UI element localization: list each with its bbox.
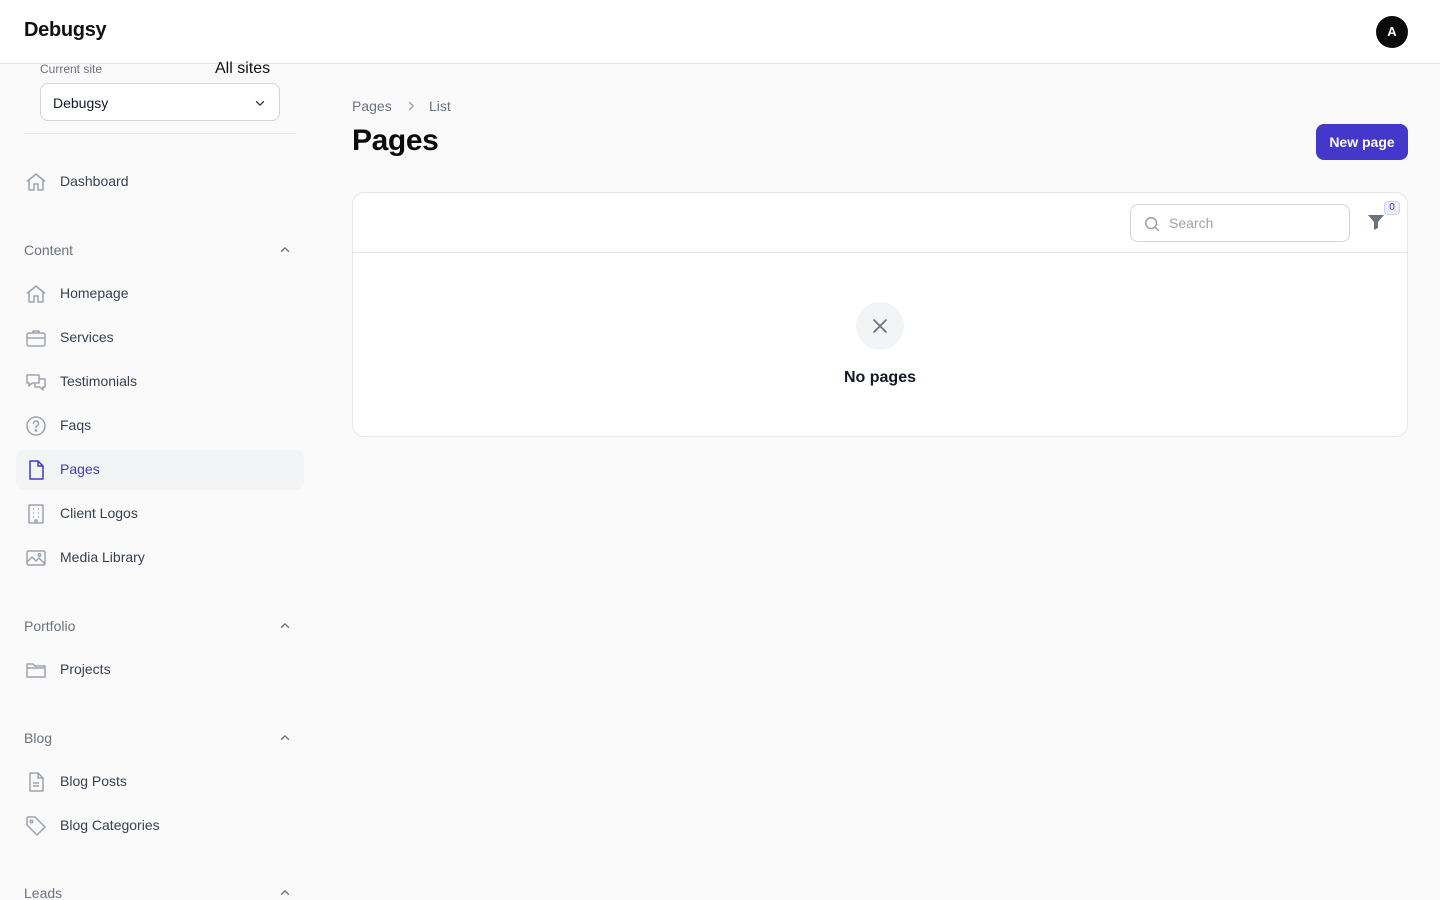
nav-group-label: Leads bbox=[24, 885, 63, 900]
sidebar-item-dashboard[interactable]: Dashboard bbox=[16, 162, 304, 202]
search-icon bbox=[1144, 216, 1160, 232]
empty-state-icon-wrapper bbox=[856, 302, 904, 350]
sidebar-item-services[interactable]: Services bbox=[16, 318, 304, 358]
sidebar-item-label: Projects bbox=[60, 661, 111, 677]
page-title: Pages bbox=[352, 124, 439, 157]
empty-state-text: No pages bbox=[843, 369, 916, 386]
chevron-up-icon bbox=[280, 735, 290, 741]
chat-bubbles-icon bbox=[26, 374, 46, 391]
breadcrumb-list: List bbox=[429, 98, 451, 114]
sidebar-item-client-logos[interactable]: Client Logos bbox=[16, 494, 304, 534]
nav-group-leads[interactable]: Leads bbox=[24, 881, 296, 900]
chevron-right-icon bbox=[408, 101, 414, 111]
search-field[interactable] bbox=[1130, 204, 1350, 242]
sidebar-item-label: Services bbox=[60, 329, 114, 345]
sidebar-item-label: Homepage bbox=[60, 285, 129, 301]
top-bar: Debugsy A bbox=[0, 0, 1440, 64]
briefcase-icon bbox=[26, 330, 46, 347]
table-toolbar: 0 bbox=[353, 193, 1407, 253]
home-icon bbox=[26, 285, 46, 303]
sidebar-item-label: Pages bbox=[60, 461, 100, 477]
sidebar-item-label: Dashboard bbox=[60, 173, 129, 189]
sidebar-item-label: Faqs bbox=[60, 417, 92, 433]
sidebar-item-label: Blog Categories bbox=[60, 817, 160, 833]
sidebar: Current site All sites Debugsy Dashboard… bbox=[0, 60, 320, 900]
sidebar-item-blog-categories[interactable]: Blog Categories bbox=[16, 806, 304, 846]
brand-logo[interactable]: Debugsy bbox=[24, 19, 107, 42]
question-circle-icon bbox=[26, 416, 46, 436]
sidebar-item-pages[interactable]: Pages bbox=[16, 450, 304, 490]
sidebar-item-projects[interactable]: Projects bbox=[16, 650, 304, 690]
sidebar-divider bbox=[24, 133, 296, 134]
photo-icon bbox=[26, 550, 46, 566]
nav-group-label: Blog bbox=[24, 730, 53, 746]
nav-group-blog[interactable]: Blog bbox=[24, 726, 296, 750]
chevron-up-icon bbox=[280, 890, 290, 896]
current-site-label: Current site bbox=[40, 62, 103, 76]
sidebar-item-label: Media Library bbox=[60, 549, 145, 565]
breadcrumb-pages[interactable]: Pages bbox=[352, 98, 392, 114]
site-select[interactable]: Debugsy bbox=[40, 83, 280, 121]
all-sites-link[interactable]: All sites bbox=[215, 60, 270, 78]
chevron-up-icon bbox=[280, 623, 290, 629]
sidebar-item-faqs[interactable]: Faqs bbox=[16, 406, 304, 446]
filter-count-badge: 0 bbox=[1384, 201, 1400, 215]
nav-group-label: Portfolio bbox=[24, 618, 76, 634]
chevron-up-icon bbox=[280, 247, 290, 253]
site-select-value: Debugsy bbox=[53, 95, 109, 111]
new-page-button[interactable]: New page bbox=[1316, 124, 1408, 160]
sidebar-item-label: Blog Posts bbox=[60, 773, 127, 789]
building-icon bbox=[28, 504, 44, 524]
nav-group-portfolio[interactable]: Portfolio bbox=[24, 614, 296, 638]
sidebar-item-blog-posts[interactable]: Blog Posts bbox=[16, 762, 304, 802]
sidebar-item-label: Client Logos bbox=[60, 505, 138, 521]
document-icon bbox=[29, 460, 44, 480]
user-avatar[interactable]: A bbox=[1376, 16, 1408, 48]
sidebar-item-homepage[interactable]: Homepage bbox=[16, 274, 304, 314]
folder-icon bbox=[26, 663, 46, 678]
tag-icon bbox=[26, 816, 46, 836]
nav-group-content[interactable]: Content bbox=[24, 238, 296, 262]
pages-table: 0 No pages bbox=[352, 192, 1408, 437]
sidebar-item-label: Testimonials bbox=[60, 373, 138, 389]
sidebar-item-testimonials[interactable]: Testimonials bbox=[16, 362, 304, 402]
close-icon bbox=[873, 319, 887, 333]
document-text-icon bbox=[29, 772, 44, 792]
nav-group-label: Content bbox=[24, 242, 74, 258]
search-input[interactable] bbox=[1169, 213, 1339, 233]
home-icon bbox=[26, 173, 46, 191]
sidebar-item-media-library[interactable]: Media Library bbox=[16, 538, 304, 578]
chevron-down-icon bbox=[255, 100, 265, 106]
